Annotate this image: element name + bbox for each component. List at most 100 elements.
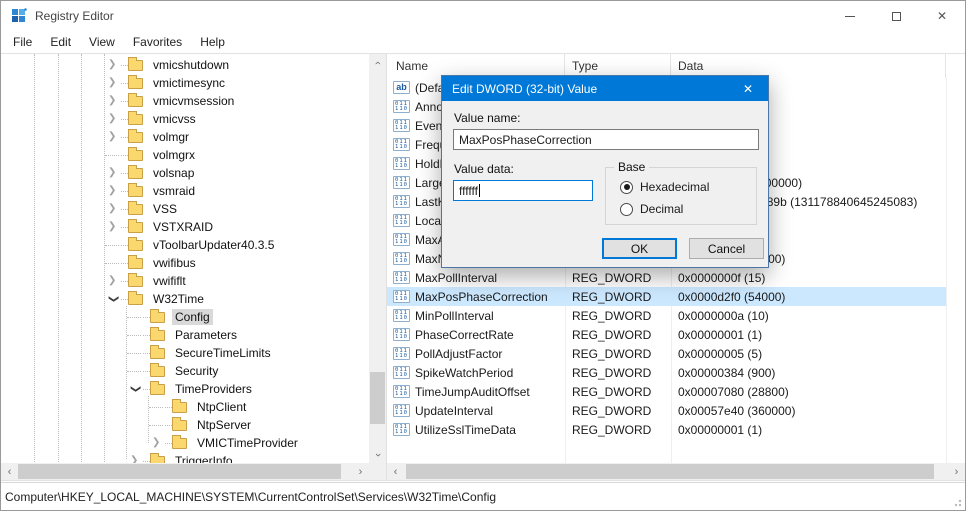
tree-expander-icon[interactable]: ❯ <box>127 452 143 463</box>
tree-item-volmgrx[interactable]: volmgrx <box>1 146 369 164</box>
tree-expander-icon[interactable]: ❯ <box>105 218 121 236</box>
folder-icon <box>128 222 143 233</box>
tree-item-security[interactable]: Security <box>1 362 369 380</box>
maximize-button[interactable] <box>873 1 919 31</box>
scroll-right-icon[interactable]: › <box>948 463 965 480</box>
menu-item-help[interactable]: Help <box>191 33 234 51</box>
tree-item-vmicshutdown[interactable]: ❯ vmicshutdown <box>1 56 369 74</box>
tree-expander-icon[interactable]: ❯ <box>105 92 121 110</box>
base-radio-decimal[interactable]: Decimal <box>620 202 683 216</box>
column-separator <box>946 78 947 463</box>
dialog-close-button[interactable]: ✕ <box>728 76 768 101</box>
scroll-down-icon[interactable]: › <box>369 446 386 463</box>
tree-expander-icon[interactable] <box>127 362 143 380</box>
tree-item-timeproviders[interactable]: ❯ TimeProviders <box>1 380 369 398</box>
tree-item-vwififlt[interactable]: ❯ vwififlt <box>1 272 369 290</box>
tree-expander-icon[interactable]: ❯ <box>105 128 121 146</box>
base-radio-hexadecimal[interactable]: Hexadecimal <box>620 180 709 194</box>
scrollbar-thumb[interactable] <box>18 464 341 479</box>
value-name-text: MaxPosPhaseCorrection <box>459 133 592 147</box>
scroll-up-icon[interactable]: › <box>369 54 386 71</box>
registry-value-row[interactable]: 011110 SpikeWatchPeriod REG_DWORD 0x0000… <box>387 363 946 382</box>
scroll-left-icon[interactable]: › <box>1 463 18 480</box>
tree-item-vwifibus[interactable]: vwifibus <box>1 254 369 272</box>
tree-item-vmicvmsession[interactable]: ❯ vmicvmsession <box>1 92 369 110</box>
tree-item-w32time[interactable]: ❯ W32Time <box>1 290 369 308</box>
tree-expander-icon[interactable] <box>127 326 143 344</box>
tree-expander-icon[interactable] <box>105 254 121 272</box>
tree-expander-icon[interactable] <box>105 236 121 254</box>
tree-expander-icon[interactable] <box>105 146 121 164</box>
base-groupbox: Base Hexadecimal Decimal <box>605 167 757 225</box>
tree-expander-icon[interactable] <box>149 416 165 434</box>
tree-expander-icon[interactable] <box>149 398 165 416</box>
resize-grip[interactable] <box>952 497 962 507</box>
tree-connector <box>143 461 150 462</box>
tree-item-config[interactable]: Config <box>1 308 369 326</box>
tree-item-vss[interactable]: ❯ VSS <box>1 200 369 218</box>
tree-connector <box>165 425 172 426</box>
tree-item-vstxraid[interactable]: ❯ VSTXRAID <box>1 218 369 236</box>
cancel-button[interactable]: Cancel <box>689 238 764 259</box>
tree-item-vsmraid[interactable]: ❯ vsmraid <box>1 182 369 200</box>
tree-expander-icon[interactable]: ❯ <box>105 110 121 128</box>
list-horizontal-scrollbar[interactable]: › › <box>387 463 965 480</box>
tree-expander-icon[interactable]: ❯ <box>104 291 122 307</box>
tree-connector <box>165 407 172 408</box>
value-type: REG_DWORD <box>565 290 671 304</box>
dialog-title-bar[interactable]: Edit DWORD (32-bit) Value ✕ <box>442 76 768 101</box>
registry-value-row[interactable]: 011110 MaxPollInterval REG_DWORD 0x00000… <box>387 268 946 287</box>
tree-expander-icon[interactable]: ❯ <box>126 381 144 397</box>
tree-item-volsnap[interactable]: ❯ volsnap <box>1 164 369 182</box>
close-button[interactable]: ✕ <box>919 1 965 31</box>
tree-item-ntpserver[interactable]: NtpServer <box>1 416 369 434</box>
tree-item-volmgr[interactable]: ❯ volmgr <box>1 128 369 146</box>
registry-value-row[interactable]: 011110 UpdateInterval REG_DWORD 0x00057e… <box>387 401 946 420</box>
tree-expander-icon[interactable]: ❯ <box>105 200 121 218</box>
registry-value-row[interactable]: 011110 UtilizeSslTimeData REG_DWORD 0x00… <box>387 420 946 439</box>
ok-button[interactable]: OK <box>602 238 677 259</box>
registry-value-row[interactable]: 011110 MinPollInterval REG_DWORD 0x00000… <box>387 306 946 325</box>
scroll-left-icon[interactable]: › <box>387 463 404 480</box>
tree-expander-icon[interactable]: ❯ <box>105 164 121 182</box>
tree-item-triggerinfo[interactable]: ❯ TriggerInfo <box>1 452 369 463</box>
menu-item-edit[interactable]: Edit <box>41 33 80 51</box>
menu-item-file[interactable]: File <box>4 33 41 51</box>
edit-dword-dialog: Edit DWORD (32-bit) Value ✕ Value name: … <box>441 75 769 268</box>
registry-value-row[interactable]: 011110 PollAdjustFactor REG_DWORD 0x0000… <box>387 344 946 363</box>
folder-icon <box>150 366 165 377</box>
tree-connector <box>121 245 128 246</box>
menu-item-view[interactable]: View <box>80 33 124 51</box>
menu-item-favorites[interactable]: Favorites <box>124 33 191 51</box>
scroll-right-icon[interactable]: › <box>352 463 369 480</box>
registry-value-row[interactable]: 011110 PhaseCorrectRate REG_DWORD 0x0000… <box>387 325 946 344</box>
folder-icon <box>128 150 143 161</box>
tree-connector <box>121 227 128 228</box>
tree-item-vmictimeprovider[interactable]: ❯ VMICTimeProvider <box>1 434 369 452</box>
tree-expander-icon[interactable]: ❯ <box>149 434 165 452</box>
value-type-icon: 011110 <box>393 423 410 436</box>
tree-expander-icon[interactable]: ❯ <box>105 74 121 92</box>
tree-item-vmicvss[interactable]: ❯ vmicvss <box>1 110 369 128</box>
scrollbar-thumb[interactable] <box>370 372 385 424</box>
tree-expander-icon[interactable] <box>127 308 143 326</box>
tree-item-vmictimesync[interactable]: ❯ vmictimesync <box>1 74 369 92</box>
tree-expander-icon[interactable]: ❯ <box>105 272 121 290</box>
tree-vertical-scrollbar[interactable]: › › <box>369 54 386 463</box>
value-name-input[interactable]: MaxPosPhaseCorrection <box>453 129 759 150</box>
scrollbar-thumb[interactable] <box>406 464 934 479</box>
registry-value-row[interactable]: 011110 TimeJumpAuditOffset REG_DWORD 0x0… <box>387 382 946 401</box>
registry-value-row[interactable]: 011110 MaxPosPhaseCorrection REG_DWORD 0… <box>387 287 946 306</box>
tree-connector <box>121 209 128 210</box>
value-data-input[interactable]: ffffff <box>453 180 593 201</box>
minimize-button[interactable] <box>827 1 873 31</box>
tree-item-ntpclient[interactable]: NtpClient <box>1 398 369 416</box>
tree-expander-icon[interactable] <box>127 344 143 362</box>
tree-expander-icon[interactable]: ❯ <box>105 56 121 74</box>
tree-horizontal-scrollbar[interactable]: › › <box>1 463 369 480</box>
tree-item-vtoolbarupdater40.3.5[interactable]: vToolbarUpdater40.3.5 <box>1 236 369 254</box>
tree-expander-icon[interactable]: ❯ <box>105 182 121 200</box>
tree-item-parameters[interactable]: Parameters <box>1 326 369 344</box>
tree-item-securetimelimits[interactable]: SecureTimeLimits <box>1 344 369 362</box>
radio-icon <box>620 181 633 194</box>
